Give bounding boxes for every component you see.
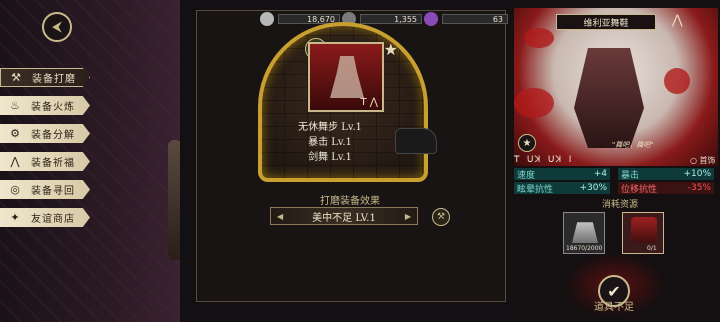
paint-splat: [524, 28, 554, 48]
crystal-value: 63: [442, 14, 508, 24]
item-runes: ꓔ ꓴꓘ ꓴꓘ ꓲ: [514, 155, 573, 165]
affix-1: 无休舞步 Lv.1: [298, 122, 362, 133]
crystal-icon: [424, 12, 438, 26]
cost-slot-item[interactable]: 0/1: [622, 212, 664, 254]
sidebar-item-1[interactable]: ♨ 装备火炼: [0, 96, 90, 115]
item-quote: "舞吧，舞吧": [612, 141, 654, 149]
hammer-icon: ⚒: [436, 212, 446, 222]
shoe-figure: [574, 48, 644, 148]
ring-icon: ○: [690, 156, 697, 165]
cost-count: 18670/2000: [566, 245, 603, 252]
star-icon: ★: [383, 40, 398, 59]
stat-stun-resist: 眩晕抗性 +30%: [514, 182, 610, 195]
stat-label: 速度: [517, 170, 536, 181]
retrieve-icon: ◎: [10, 183, 20, 196]
stat-value: +10%: [683, 169, 711, 179]
cost-title: 消耗资源: [601, 200, 638, 210]
pray-icon: ⋀: [10, 155, 20, 168]
sidebar-item-label: 装备祈福: [31, 158, 75, 169]
stat-crit: 暴击 +10%: [618, 168, 714, 181]
effect-selector[interactable]: ◀ 美中不足 LV.1 ▶: [270, 207, 418, 225]
stat-speed: 速度 +4: [514, 168, 610, 181]
stat-label: 暴击: [621, 170, 640, 181]
hammer-icon: ⚒: [11, 71, 21, 84]
disassemble-icon: ⚙: [10, 127, 20, 140]
paint-splat: [514, 88, 554, 118]
rank-star-icon: ★: [518, 134, 536, 152]
stat-label: 眩晕抗性: [517, 184, 554, 195]
flame-icon: ♨: [10, 99, 20, 112]
stat-value: -35%: [687, 183, 711, 193]
affix-2: 暴击 Lv.1: [308, 137, 352, 148]
stat-value: +30%: [579, 183, 607, 193]
sidebar-item-5[interactable]: ✦ 友谊商店: [0, 208, 90, 227]
affix-3: 剑舞 Lv.1: [308, 152, 352, 163]
sidebar: ⮜ ⚒ 装备打磨 ♨ 装备火炼 ⚙ 装备分解 ⋀ 装备祈福 ◎ 装备寻回 ✦ 友谊商店: [0, 0, 180, 322]
stat-label: 位移抗性: [621, 184, 658, 195]
slot-label: ○ 首饰: [690, 155, 716, 166]
back-button[interactable]: ⮜: [42, 12, 72, 42]
shoe-image: [330, 56, 364, 98]
sidebar-item-0[interactable]: ⚒ 装备打磨: [0, 68, 90, 87]
silver-icon: [260, 12, 274, 26]
polish-button[interactable]: ⚒: [432, 208, 450, 226]
paint-splat: [664, 68, 690, 94]
back-arrow-icon: ⮜: [52, 19, 62, 35]
effect-value: 美中不足 LV.1: [312, 212, 376, 224]
effect-title: 打磨装备效果: [320, 196, 380, 207]
fox-icon: ✦: [10, 211, 20, 224]
equipment-card[interactable]: T ⋀ ★: [308, 40, 398, 112]
silver-pile-icon: [572, 222, 598, 243]
sidebar-item-3[interactable]: ⋀ 装备祈福: [0, 152, 90, 171]
slot-text: 首饰: [699, 156, 716, 165]
cost-count: 0/1: [647, 245, 657, 252]
iron-value: 1,355: [360, 14, 422, 24]
stat-move-resist: 位移抗性 -35%: [618, 182, 714, 195]
sidebar-item-label: 装备寻回: [31, 186, 75, 197]
insufficient-status: 道具不足: [594, 302, 634, 313]
sidebar-item-label: 装备打磨: [32, 74, 76, 85]
crystal-resource: 63: [424, 12, 508, 26]
item-name: 维利亚舞鞋: [556, 14, 656, 30]
sidebar-item-4[interactable]: ◎ 装备寻回: [0, 180, 90, 199]
sidebar-item-2[interactable]: ⚙ 装备分解: [0, 124, 90, 143]
sidebar-item-label: 友谊商店: [31, 214, 75, 225]
sidebar-item-label: 装备火炼: [31, 102, 75, 113]
anvil-image: [395, 128, 437, 154]
right-arrow-icon[interactable]: ▶: [405, 212, 411, 221]
left-arrow-icon[interactable]: ◀: [277, 212, 283, 221]
cost-slot-silver[interactable]: 18670/2000: [563, 212, 605, 254]
shoe-material-icon: [631, 217, 657, 243]
sidebar-item-label: 装备分解: [31, 130, 75, 141]
stat-value: +4: [593, 169, 607, 179]
type-icon: ⋀: [672, 13, 683, 28]
card-symbol: T ⋀: [360, 97, 379, 108]
